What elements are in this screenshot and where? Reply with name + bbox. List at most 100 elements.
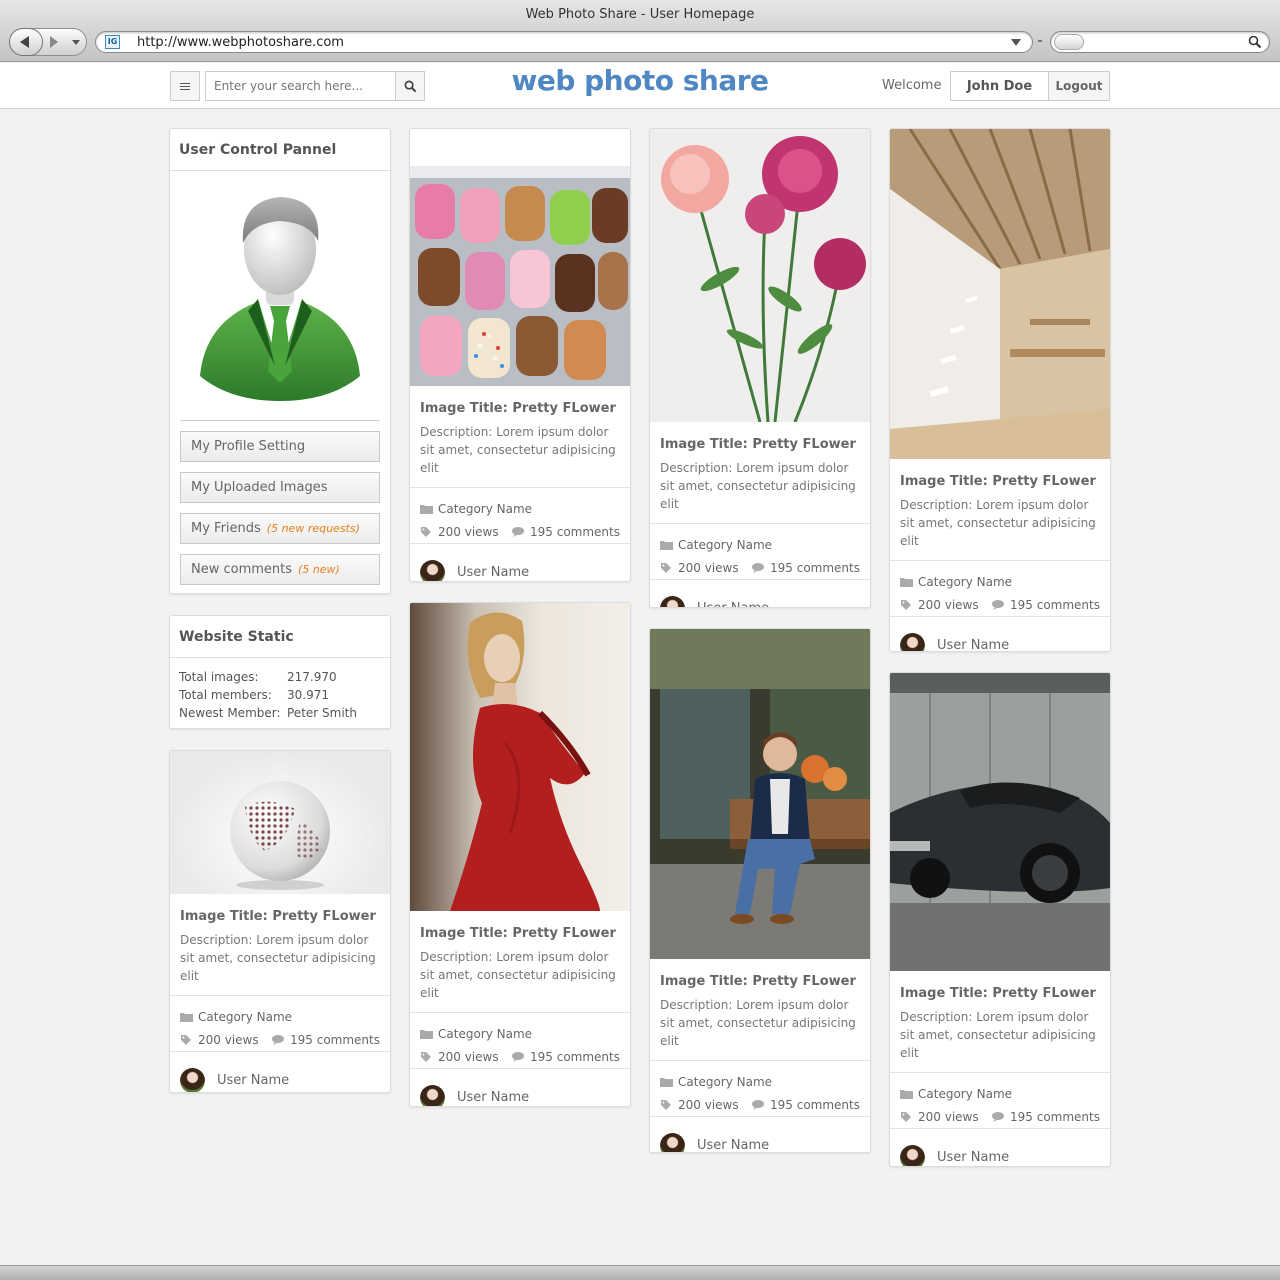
photo-image[interactable] xyxy=(410,166,630,386)
photo-description: Description: Lorem ipsum dolor sit amet,… xyxy=(650,989,870,1061)
comments-count[interactable]: 195 comments xyxy=(770,561,860,575)
category-link[interactable]: Category Name xyxy=(678,538,772,552)
user-avatar-icon xyxy=(900,1144,925,1166)
comments-icon xyxy=(752,562,770,573)
photo-owner[interactable]: User Name xyxy=(650,1117,870,1153)
interior-photo xyxy=(890,129,1110,459)
photo-description: Description: Lorem ipsum dolor sit amet,… xyxy=(170,924,390,996)
user-avatar-icon xyxy=(420,1084,445,1106)
photo-description: Description: Lorem ipsum dolor sit amet,… xyxy=(890,1001,1110,1073)
photo-description: Description: Lorem ipsum dolor sit amet,… xyxy=(410,941,630,1013)
site-search-input[interactable] xyxy=(205,71,396,101)
photo-card[interactable]: Image Title: Pretty FLower Description: … xyxy=(169,750,391,1093)
photo-title[interactable]: Image Title: Pretty FLower xyxy=(890,459,1110,489)
photo-title[interactable]: Image Title: Pretty FLower xyxy=(650,959,870,989)
category-link[interactable]: Category Name xyxy=(438,502,532,516)
back-button[interactable] xyxy=(9,28,43,56)
logout-button[interactable]: Logout xyxy=(1048,71,1110,101)
user-name[interactable]: User Name xyxy=(937,1150,1009,1165)
search-icon[interactable] xyxy=(1248,35,1262,49)
photo-image[interactable] xyxy=(170,751,390,894)
photo-owner[interactable]: User Name xyxy=(890,1129,1110,1166)
my-friends-button[interactable]: My Friends (5 new requests) xyxy=(180,513,380,544)
comments-icon xyxy=(272,1034,290,1045)
user-name[interactable]: User Name xyxy=(217,1073,289,1088)
menu-item-label: New comments xyxy=(191,562,293,577)
history-dropdown-icon[interactable] xyxy=(72,40,80,45)
search-engine-selector[interactable] xyxy=(1054,34,1084,50)
photo-description: Description: Lorem ipsum dolor sit amet,… xyxy=(410,416,630,488)
photo-card[interactable]: Image Title: Pretty FLower Description: … xyxy=(889,128,1111,652)
tag-icon xyxy=(660,562,678,574)
browser-search-field[interactable] xyxy=(1050,31,1270,53)
forward-button[interactable] xyxy=(50,36,58,48)
photo-image[interactable] xyxy=(890,129,1110,459)
user-avatar-icon xyxy=(900,632,925,651)
nav-buttons xyxy=(9,28,87,56)
site-logo[interactable]: web photo share xyxy=(440,64,840,97)
stat-label: Total images: xyxy=(179,670,259,684)
folder-icon xyxy=(420,504,438,514)
profile-setting-button[interactable]: My Profile Setting xyxy=(180,431,380,462)
comments-count[interactable]: 195 comments xyxy=(530,525,620,539)
folder-icon xyxy=(660,540,678,550)
comments-count[interactable]: 195 comments xyxy=(1010,1110,1100,1124)
new-comments-button[interactable]: New comments (5 new) xyxy=(180,554,380,585)
user-name[interactable]: User Name xyxy=(937,638,1009,652)
user-profile-button[interactable]: John Doe xyxy=(950,71,1049,101)
photo-image[interactable] xyxy=(890,673,1110,971)
comments-icon xyxy=(752,1099,770,1110)
photo-title[interactable]: Image Title: Pretty FLower xyxy=(650,422,870,452)
user-name[interactable]: User Name xyxy=(697,1138,769,1153)
photo-card[interactable]: Image Title: Pretty FLower Description: … xyxy=(649,128,871,608)
tag-icon xyxy=(900,599,918,611)
category-link[interactable]: Category Name xyxy=(438,1027,532,1041)
browser-chrome: Web Photo Share - User Homepage IG http:… xyxy=(0,0,1280,62)
photo-title[interactable]: Image Title: Pretty FLower xyxy=(170,894,390,924)
photo-title[interactable]: Image Title: Pretty FLower xyxy=(410,386,630,416)
photo-owner[interactable]: User Name xyxy=(650,580,870,608)
url-text[interactable]: http://www.webphotoshare.com xyxy=(137,35,344,50)
photo-title[interactable]: Image Title: Pretty FLower xyxy=(890,971,1110,1001)
photo-owner[interactable]: User Name xyxy=(410,544,630,581)
website-stats-panel: Website Static Total images: 217.970 Tota… xyxy=(169,615,391,729)
uploaded-images-button[interactable]: My Uploaded Images xyxy=(180,472,380,503)
photo-owner[interactable]: User Name xyxy=(170,1052,390,1092)
photo-card[interactable]: Image Title: Pretty FLower Description: … xyxy=(409,602,631,1107)
user-avatar-icon xyxy=(180,1067,205,1092)
photo-meta: Category Name 200 views 195 comments xyxy=(410,488,630,544)
category-link[interactable]: Category Name xyxy=(918,575,1012,589)
menu-button[interactable] xyxy=(170,71,200,101)
photo-card[interactable]: Image Title: Pretty FLower Description: … xyxy=(409,128,631,582)
photo-description: Description: Lorem ipsum dolor sit amet,… xyxy=(890,489,1110,561)
tag-icon xyxy=(420,1051,438,1063)
user-name[interactable]: User Name xyxy=(457,1090,529,1105)
category-link[interactable]: Category Name xyxy=(918,1087,1012,1101)
photo-image[interactable] xyxy=(650,129,870,422)
address-bar[interactable]: IG http://www.webphotoshare.com xyxy=(95,31,1033,53)
menu-bar-icon xyxy=(180,85,190,87)
user-name[interactable]: User Name xyxy=(457,565,529,580)
photo-image[interactable] xyxy=(410,603,630,911)
comments-icon xyxy=(992,1111,1010,1122)
photo-owner[interactable]: User Name xyxy=(410,1069,630,1106)
comments-count[interactable]: 195 comments xyxy=(290,1033,380,1047)
photo-card[interactable]: Image Title: Pretty FLower Description: … xyxy=(889,672,1111,1167)
category-link[interactable]: Category Name xyxy=(678,1075,772,1089)
comments-icon xyxy=(512,1051,530,1062)
category-link[interactable]: Category Name xyxy=(198,1010,292,1024)
folder-icon xyxy=(420,1029,438,1039)
comments-count[interactable]: 195 comments xyxy=(530,1050,620,1064)
user-name[interactable]: User Name xyxy=(697,601,769,608)
comments-count[interactable]: 195 comments xyxy=(1010,598,1100,612)
tag-icon xyxy=(420,526,438,538)
photo-card[interactable]: Image Title: Pretty FLower Description: … xyxy=(649,628,871,1153)
photo-image[interactable] xyxy=(650,629,870,959)
search-button[interactable] xyxy=(395,71,425,101)
comments-count[interactable]: 195 comments xyxy=(770,1098,860,1112)
url-dropdown-icon[interactable] xyxy=(1011,39,1021,46)
photo-owner[interactable]: User Name xyxy=(890,617,1110,652)
photo-title[interactable]: Image Title: Pretty FLower xyxy=(410,911,630,941)
toolbar-separator xyxy=(1038,40,1042,42)
sports-car-photo xyxy=(890,673,1110,971)
